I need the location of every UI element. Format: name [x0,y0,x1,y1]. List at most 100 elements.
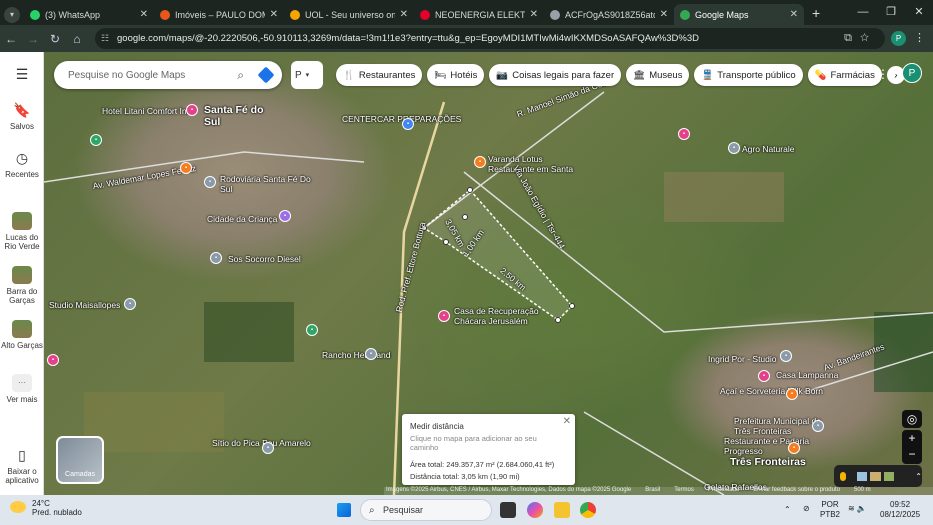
sidebar-item-download-app[interactable]: ▯ Baixar o aplicativo [0,447,44,485]
place-label[interactable]: Agro Naturale [742,144,794,154]
place-pin[interactable]: ▪ [124,298,136,310]
account-avatar[interactable]: P [902,63,922,83]
address-bar[interactable]: ☷ google.com/maps/@-20.2220506,-50.910113… [95,28,885,49]
place-label[interactable]: Rancho Heartland [322,350,391,360]
place-label[interactable]: Hotel Litani Comfort Inn [102,106,191,116]
new-tab-button[interactable]: + [812,5,820,21]
category-chip[interactable]: 🍴 Restaurantes [336,64,423,86]
network-off-icon[interactable]: ⊘ [803,504,810,514]
sidebar-item-recent-place[interactable]: Barra do Garças [0,266,44,305]
profile-avatar[interactable]: P [891,31,906,46]
place-pin[interactable]: ▪ [402,118,414,130]
place-label[interactable]: Casa de Recuperação Chácara Jerusalém [454,306,554,326]
place-pin[interactable]: ▪ [758,370,770,382]
category-chip[interactable]: 📷 Coisas legais para fazer [489,64,622,86]
bookmark-star-icon[interactable]: ☆ [860,32,877,44]
layers-button[interactable]: Camadas [56,436,104,484]
weather-widget[interactable]: 24°C Pred. nublado [10,499,82,517]
close-window-button[interactable]: ✕ [905,0,933,25]
menu-icon[interactable]: ⋮ [914,31,925,44]
restaurant-pin[interactable]: ▪ [180,162,192,174]
sidebar-item-saved[interactable]: 🔖 Salvos [0,102,44,131]
place-pin[interactable]: ▪ [438,310,450,322]
copilot-icon[interactable] [527,502,543,518]
browser-tab[interactable]: Google Maps ✕ [674,4,804,25]
place-pin[interactable]: ▪ [365,348,377,360]
browser-tab[interactable]: Imóveis – PAULO DOMINGOS✕ [154,4,284,25]
browser-tab[interactable]: (3) WhatsApp ✕ [24,4,154,25]
reload-icon[interactable]: ↻ [44,32,66,46]
close-tab-icon[interactable]: ✕ [140,9,148,20]
task-view-icon[interactable] [500,502,516,518]
place-label[interactable]: Casa Lampanna [776,370,838,380]
place-label[interactable]: Studio Maisallopes [49,300,120,310]
sidebar-item-recents[interactable]: ◷ Recentes [0,150,44,179]
place-label[interactable]: Três Fronteiras [730,456,806,468]
directions-icon[interactable] [257,66,275,84]
menu-button[interactable]: ☰ [0,66,44,86]
place-pin[interactable]: ▪ [210,252,222,264]
place-label[interactable]: Sos Socorro Diesel [228,254,301,264]
bus-station-pin[interactable]: ▪ [204,176,216,188]
expand-icon[interactable]: ⌃ [915,472,922,481]
show-hidden-icons[interactable]: ⌃ [784,505,791,515]
search-input[interactable]: Pesquise no Google Maps ⌕ [54,61,282,89]
google-apps-icon[interactable]: ⋮⋮ [877,67,901,81]
restaurant-pin[interactable]: ▪ [788,442,800,454]
browser-tab[interactable]: UOL - Seu universo online✕ [284,4,414,25]
maximize-button[interactable]: ❐ [877,0,905,25]
attribution-item[interactable]: Brasil [645,487,660,495]
park-pin[interactable]: ▪ [306,324,318,336]
place-label[interactable]: Ingrid Por - Studio [708,354,777,364]
category-chip[interactable]: 💊 Farmácias [807,64,882,86]
attribution-item[interactable]: Enviar feedback sobre o produto [753,487,840,495]
imagery-thumb[interactable] [883,471,895,481]
taskbar-search[interactable]: ⌕ Pesquisar [360,499,492,521]
close-tab-icon[interactable]: ✕ [660,9,668,20]
input-tools-button[interactable]: P ▾ [291,61,323,89]
imagery-thumb[interactable] [870,471,881,481]
chrome-icon[interactable] [580,502,596,518]
my-location-button[interactable]: ◎ [902,410,922,428]
place-pin[interactable]: ▪ [262,442,274,454]
hotel-pin[interactable]: ▪ [186,104,198,116]
place-label[interactable]: Restaurante e Padaria Progresso [724,436,824,456]
pegman-icon[interactable] [840,471,846,481]
site-info-icon[interactable]: ☷ [101,33,109,44]
home-icon[interactable]: ⌂ [66,32,88,46]
close-tab-icon[interactable]: ✕ [790,9,798,20]
category-chip[interactable]: 🛏 Hotéis [427,64,485,86]
close-icon[interactable]: ✕ [563,416,571,427]
attribution-item[interactable]: Termos [674,487,694,495]
category-chip[interactable]: 🚆 Transporte público [694,64,803,86]
browser-tab[interactable]: ACFrOgAS9018Z56atqlmel✕ [544,4,674,25]
place-pin[interactable]: ▪ [47,354,59,366]
sidebar-item-recent-place[interactable]: Lucas do Rio Verde [0,212,44,251]
forward-icon[interactable]: → [22,32,44,46]
sidebar-item-recent-place[interactable]: Alto Garças [0,320,44,350]
place-pin[interactable]: ▪ [780,350,792,362]
attribution-item[interactable]: 500 m [854,487,871,495]
map-canvas[interactable]: Hotel Litani Comfort Inn Santa Fé do Sul C… [44,52,933,495]
place-label[interactable]: Açaí e Sorveteria Milk Born [720,386,823,396]
place-pin[interactable]: ▪ [728,142,740,154]
language-indicator[interactable]: POR PTB2 [820,500,840,520]
place-pin[interactable]: ▪ [279,210,291,222]
restaurant-pin[interactable]: ▪ [786,388,798,400]
place-label[interactable]: Rodoviária Santa Fé Do Sul [220,174,320,194]
wifi-volume-icons[interactable]: ≋ 🔈 [848,504,867,514]
attribution-item[interactable]: Privacidade [708,487,739,495]
close-tab-icon[interactable]: ✕ [400,9,408,20]
clock[interactable]: 09:52 08/12/2025 [880,500,920,520]
place-label[interactable]: Cidade da Criança [207,214,277,224]
place-label[interactable]: Varanda Lotus Restaurante em Santa [488,154,588,174]
browser-tab[interactable]: NEOENERGIA ELEKTRO | Fatura✕ [414,4,544,25]
imagery-thumb[interactable] [856,471,868,481]
sidebar-item-more[interactable]: ··· Ver mais [0,374,44,404]
search-icon[interactable]: ⌕ [237,68,244,83]
close-tab-icon[interactable]: ✕ [530,9,538,20]
zoom-out-button[interactable]: − [902,446,922,462]
tab-search-button[interactable]: ▾ [4,6,20,23]
restaurant-pin[interactable]: ▪ [474,156,486,168]
place-pin[interactable]: ▪ [678,128,690,140]
